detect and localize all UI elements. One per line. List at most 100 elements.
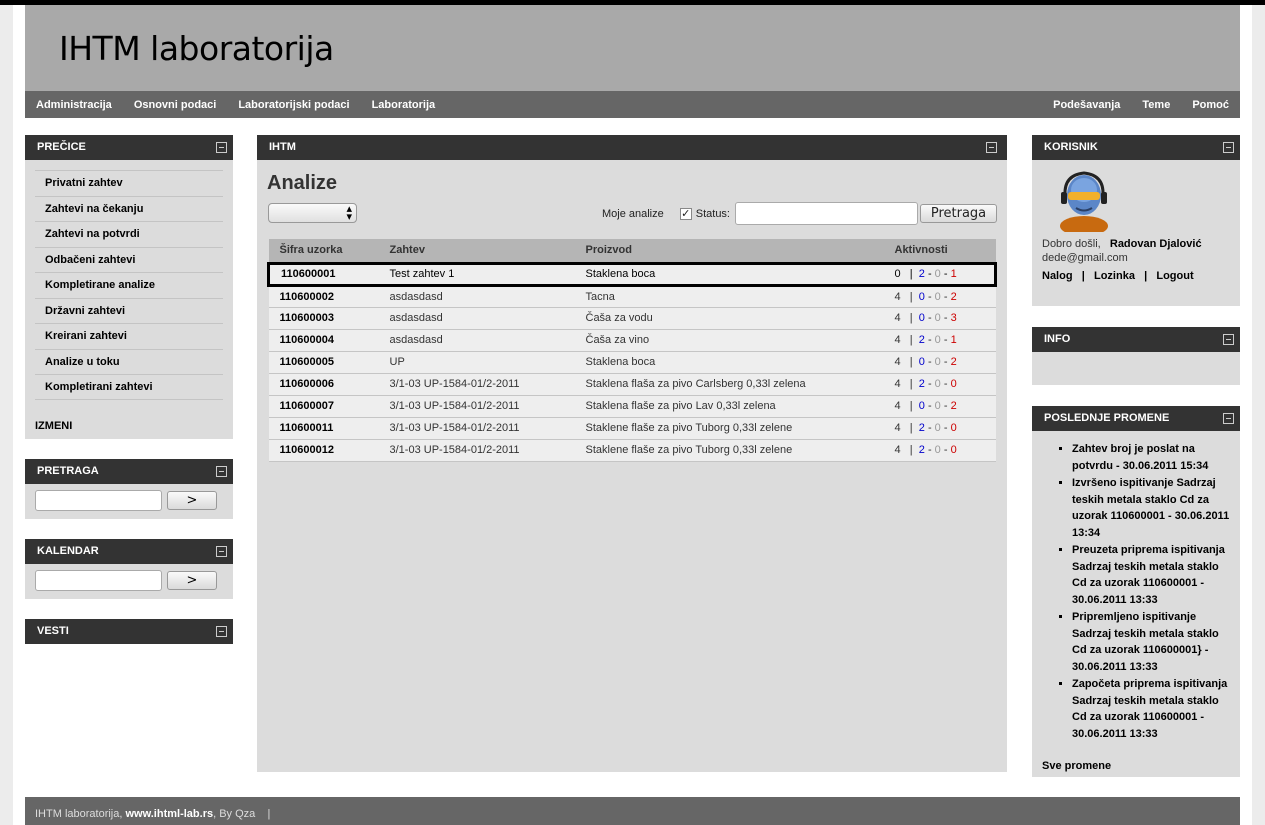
user-info: Dobro došli, Radovan Djalović dede@gmail… (1032, 160, 1240, 292)
activity-c[interactable]: 0 (951, 444, 957, 456)
cell-sifra[interactable]: 110600001 (267, 261, 379, 287)
activity-b[interactable]: 0 (935, 291, 941, 303)
cell-zahtev: 3/1-03 UP-1584-01/2-2011 (378, 373, 575, 396)
kalendar-go-button[interactable]: > (167, 571, 217, 590)
cell-aktivnosti: 4 | 2 - 0 - 0 (883, 439, 996, 462)
activity-a[interactable]: 2 (919, 334, 925, 346)
table-row[interactable]: 110600001 Test zahtev 1 Staklena boca 0 | 2… (267, 261, 997, 287)
kalendar-input[interactable] (35, 570, 162, 591)
minimize-icon[interactable] (1223, 413, 1234, 424)
link-kompletirani-zahtevi[interactable]: Kompletirani zahtevi (35, 374, 223, 400)
cell-sifra[interactable]: 110600012 (268, 439, 379, 462)
greeting-line: Dobro došli, Radovan Djalović (1042, 238, 1230, 250)
minimize-icon[interactable] (1223, 334, 1234, 345)
nav-osnovni-podaci[interactable]: Osnovni podaci (134, 99, 217, 111)
col-sifra[interactable]: Šifra uzorka (268, 239, 379, 263)
activity-a[interactable]: 2 (919, 422, 925, 434)
analize-select[interactable]: ▴ ▾ (268, 203, 357, 223)
activity-c[interactable]: 0 (951, 378, 957, 390)
table-row[interactable]: 110600007 3/1-03 UP-1584-01/2-2011 Staklen… (268, 395, 996, 418)
moje-analize-checkbox[interactable]: ✓ (679, 207, 692, 220)
activity-b[interactable]: 0 (935, 378, 941, 390)
table-row[interactable]: 110600004 asdasdasd Čaša za vino 4 | 2 - 0 … (268, 329, 996, 352)
promene-panel: POSLEDNJE PROMENE Zahtev broj je poslat … (1032, 406, 1240, 777)
table-row[interactable]: 110600002 asdasdasd Tacna 4 | 0 - 0 - 2 (268, 285, 996, 308)
cell-sifra[interactable]: 110600002 (268, 285, 379, 308)
col-zahtev[interactable]: Zahtev (378, 239, 575, 263)
activity-b[interactable]: 0 (935, 334, 941, 346)
activity-a[interactable]: 0 (919, 356, 925, 368)
activity-a[interactable]: 2 (919, 444, 925, 456)
activity-c[interactable]: 3 (951, 312, 957, 324)
table-row[interactable]: 110600003 asdasdasd Čaša za vodu 4 | 0 - 0 … (268, 307, 996, 330)
table-row[interactable]: 110600005 UP Staklena boca 4 | 0 - 0 - 2 (268, 351, 996, 374)
link-privatni-zahtev[interactable]: Privatni zahtev (35, 170, 223, 196)
cell-sifra[interactable]: 110600003 (268, 307, 379, 330)
lozinka-link[interactable]: Lozinka (1094, 270, 1135, 282)
pretraga-go-button[interactable]: > (167, 491, 217, 510)
minimize-icon[interactable] (216, 546, 227, 557)
minimize-icon[interactable] (986, 142, 997, 153)
cell-sifra[interactable]: 110600007 (268, 395, 379, 418)
sve-promene-link[interactable]: Sve promene (1042, 760, 1111, 772)
nav-laboratorijski-podaci[interactable]: Laboratorijski podaci (238, 99, 349, 111)
link-analize-u-toku[interactable]: Analize u toku (35, 348, 223, 375)
nav-laboratorija[interactable]: Laboratorija (372, 99, 436, 111)
kalendar-header: KALENDAR (25, 539, 233, 564)
activity-b[interactable]: 0 (935, 268, 941, 280)
nav-administracija[interactable]: Administracija (36, 99, 112, 111)
nalog-link[interactable]: Nalog (1042, 270, 1073, 282)
minimize-icon[interactable] (216, 142, 227, 153)
status-input[interactable] (735, 202, 918, 225)
activity-c[interactable]: 2 (951, 291, 957, 303)
footer-site-link[interactable]: www.ihtml-lab.rs (125, 808, 213, 820)
table-row[interactable]: 110600012 3/1-03 UP-1584-01/2-2011 Staklen… (268, 439, 996, 462)
activity-b[interactable]: 0 (935, 356, 941, 368)
logout-link[interactable]: Logout (1156, 270, 1193, 282)
minimize-icon[interactable] (216, 626, 227, 637)
status-label: Status: (695, 207, 730, 220)
activity-a[interactable]: 0 (919, 312, 925, 324)
info-title: INFO (1044, 333, 1071, 345)
table-row[interactable]: 110600006 3/1-03 UP-1584-01/2-2011 Staklen… (268, 373, 996, 396)
pretraga-title: PRETRAGA (37, 465, 99, 477)
activity-c[interactable]: 0 (951, 422, 957, 434)
minimize-icon[interactable] (1223, 142, 1234, 153)
activity-a[interactable]: 0 (919, 291, 925, 303)
nav-pomoc[interactable]: Pomoć (1192, 99, 1229, 111)
link-odbaceni-zahtevi[interactable]: Odbačeni zahtevi (35, 246, 223, 273)
col-proizvod[interactable]: Proizvod (574, 239, 884, 263)
activity-c[interactable]: 1 (951, 334, 957, 346)
cell-zahtev: asdasdasd (378, 329, 575, 352)
activity-c[interactable]: 2 (951, 356, 957, 368)
nav-teme[interactable]: Teme (1142, 99, 1170, 111)
activity-b[interactable]: 0 (935, 400, 941, 412)
izmeni-link[interactable]: IZMENI (25, 400, 233, 432)
activity-a[interactable]: 0 (919, 400, 925, 412)
precice-header: PREČICE (25, 135, 233, 160)
link-drzavni-zahtevi[interactable]: Državni zahtevi (35, 297, 223, 324)
activity-a[interactable]: 2 (919, 268, 925, 280)
activity-a[interactable]: 2 (919, 378, 925, 390)
table-row[interactable]: 110600011 3/1-03 UP-1584-01/2-2011 Staklen… (268, 417, 996, 440)
link-zahtevi-na-potvrdi[interactable]: Zahtevi na potvrdi (35, 221, 223, 247)
cell-sifra[interactable]: 110600004 (268, 329, 379, 352)
activity-b[interactable]: 0 (935, 312, 941, 324)
minimize-icon[interactable] (216, 466, 227, 477)
cell-sifra[interactable]: 110600011 (268, 417, 379, 440)
activity-c[interactable]: 1 (951, 268, 957, 280)
col-aktivnosti[interactable]: Aktivnosti (883, 239, 996, 263)
link-kompletirane-analize[interactable]: Kompletirane analize (35, 272, 223, 298)
pretraga-input[interactable] (35, 490, 162, 511)
list-item: Pripremljeno ispitivanje Sadrzaj teskih … (1072, 609, 1230, 675)
link-zahtevi-na-cekanju[interactable]: Zahtevi na čekanju (35, 195, 223, 222)
cell-sifra[interactable]: 110600006 (268, 373, 379, 396)
nav-podesavanja[interactable]: Podešavanja (1053, 99, 1120, 111)
list-item: Zahtev broj je poslat na potvrdu - 30.06… (1072, 441, 1230, 474)
pretraga-button[interactable]: Pretraga (920, 204, 997, 223)
link-kreirani-zahtevi[interactable]: Kreirani zahtevi (35, 323, 223, 349)
cell-sifra[interactable]: 110600005 (268, 351, 379, 374)
activity-c[interactable]: 2 (951, 400, 957, 412)
activity-b[interactable]: 0 (935, 422, 941, 434)
activity-b[interactable]: 0 (935, 444, 941, 456)
